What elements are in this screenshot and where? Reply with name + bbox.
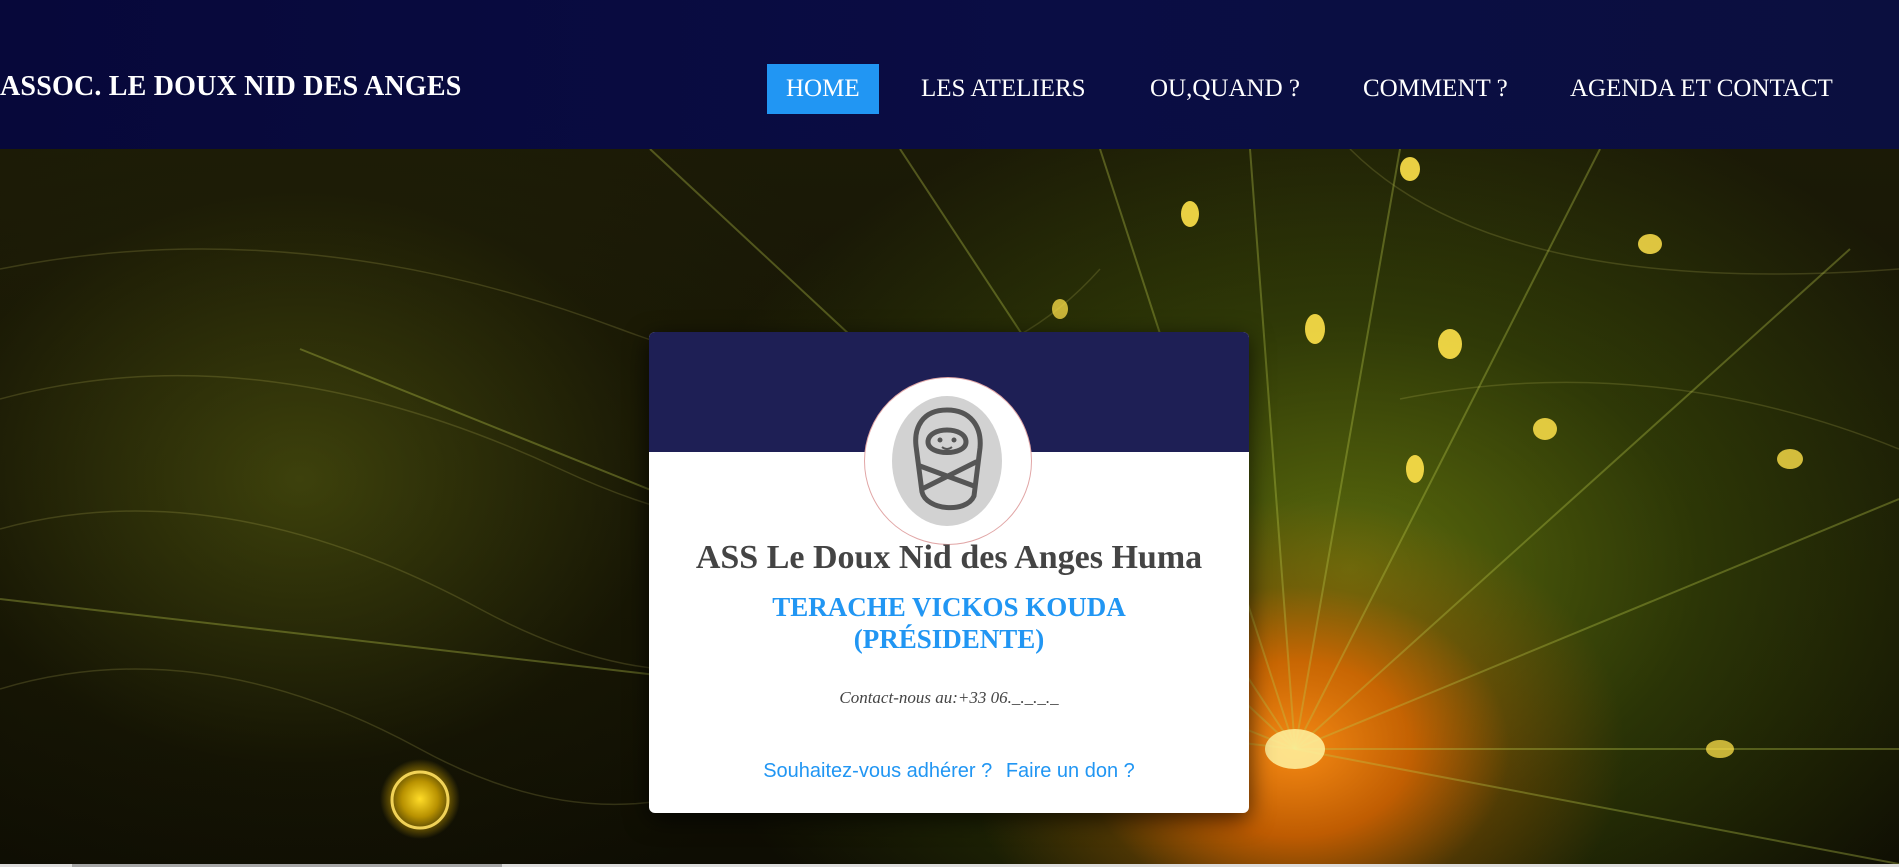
contact-text: Contact-nous au:+33 06._._._._ [839, 688, 1059, 707]
nav-comment[interactable]: COMMENT ? [1363, 64, 1508, 114]
card-subtitle: TERACHE VICKOS KOUDA (PRÉSIDENTE) [649, 591, 1249, 655]
donate-link[interactable]: Faire un don ? [1006, 760, 1135, 782]
president-name: TERACHE VICKOS KOUDA [772, 592, 1126, 622]
profile-card: ASS Le Doux Nid des Anges Huma TERACHE V… [649, 332, 1249, 813]
card-links: Souhaitez-vous adhérer ? Faire un don ? [649, 760, 1249, 783]
nav-home[interactable]: HOME [767, 64, 879, 114]
swaddled-baby-icon [913, 407, 983, 511]
join-link[interactable]: Souhaitez-vous adhérer ? [763, 760, 992, 782]
nav-ou-quand[interactable]: OU,QUAND ? [1150, 64, 1300, 114]
avatar [864, 377, 1032, 545]
site-header: ASSOC. LE DOUX NID DES ANGES HOME LES AT… [0, 0, 1899, 149]
nav-ateliers[interactable]: LES ATELIERS [921, 64, 1086, 114]
president-role: (PRÉSIDENTE) [853, 624, 1045, 654]
nav-agenda-contact[interactable]: AGENDA ET CONTACT [1570, 64, 1833, 114]
site-brand[interactable]: ASSOC. LE DOUX NID DES ANGES [0, 71, 462, 103]
avatar-background [892, 396, 1002, 526]
card-title: ASS Le Doux Nid des Anges Huma [695, 539, 1203, 576]
